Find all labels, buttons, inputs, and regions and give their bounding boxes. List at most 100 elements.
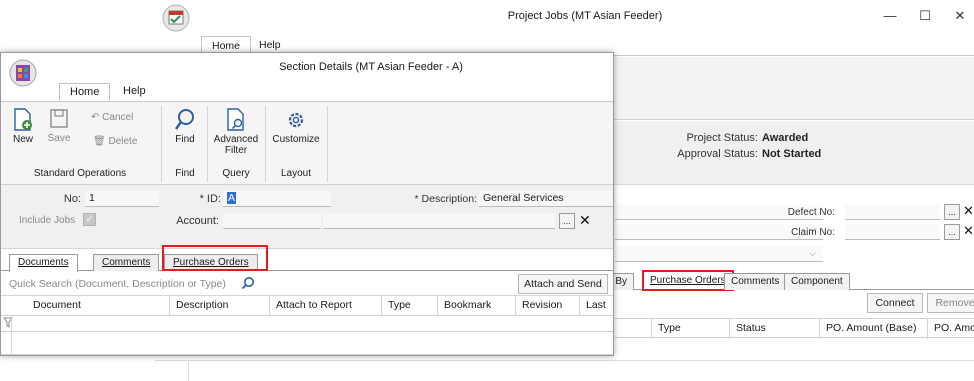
find-label: Find: [175, 134, 195, 145]
group-standard-operations: Standard Operations: [33, 168, 127, 179]
id-label: * ID:: [199, 193, 221, 205]
group-divider: [161, 106, 162, 182]
gear-icon: [288, 112, 304, 128]
attach-and-send-button[interactable]: Attach and Send: [518, 274, 608, 294]
save-label: Save: [47, 133, 71, 144]
advanced-filter-button[interactable]: Advanced Filter: [211, 108, 261, 156]
app-logo-icon: [161, 3, 191, 33]
tab-purchase-orders-highlighted[interactable]: Purchase Orders: [642, 270, 734, 291]
delete-button[interactable]: 🗑 Delete: [93, 136, 137, 147]
tab-help[interactable]: Help: [259, 39, 281, 51]
new-document-icon: [14, 108, 32, 131]
no-label: No:: [63, 193, 81, 205]
col-description[interactable]: Description: [169, 296, 269, 316]
tab-home[interactable]: Home: [59, 83, 111, 101]
divider: [188, 362, 189, 381]
tab-purchase-orders-label: Purchase Orders: [650, 275, 726, 286]
dialog-title: Section Details (MT Asian Feeder - A): [279, 61, 463, 73]
tab-documents-label: Documents: [18, 257, 69, 268]
group-divider: [265, 106, 266, 182]
defect-no-label: Defect No:: [787, 207, 835, 218]
claim-lookup-button[interactable]: ...: [944, 224, 960, 240]
filter-label: Filter: [224, 145, 248, 156]
customize-label: Customize: [272, 134, 320, 145]
approval-status-label: Approval Status:: [677, 148, 758, 160]
undo-icon: ↶: [91, 112, 100, 123]
divider: [11, 332, 12, 355]
cancel-label: Cancel: [102, 112, 134, 123]
id-value-selected: A: [227, 192, 237, 204]
chevron-down-icon[interactable]: ⌵: [809, 248, 816, 259]
account-label: Account:: [176, 215, 219, 227]
col-po-amount[interactable]: PO. Amount: [927, 319, 974, 339]
new-label: New: [12, 134, 33, 145]
col-document[interactable]: Document: [11, 296, 169, 316]
include-jobs-label: Include Jobs: [19, 215, 76, 226]
col-status[interactable]: Status: [729, 319, 819, 339]
defect-clear-icon[interactable]: ✕: [963, 203, 974, 219]
highlight-box: [162, 245, 268, 271]
defect-lookup-button[interactable]: ...: [944, 204, 960, 220]
claim-clear-icon[interactable]: ✕: [963, 223, 974, 239]
trash-icon: 🗑: [93, 136, 106, 147]
save-button[interactable]: Save: [43, 108, 75, 144]
account-lookup-button[interactable]: ...: [559, 213, 575, 229]
col-po-amount-base[interactable]: PO. Amount (Base): [819, 319, 927, 339]
cancel-button[interactable]: ↶ Cancel: [91, 112, 133, 123]
col-bookmark[interactable]: Bookmark: [437, 296, 515, 316]
grid-body: [1, 332, 613, 355]
back-field-3[interactable]: [615, 246, 823, 262]
section-form: No: 1 Include Jobs ✓ * ID: A * Descripti…: [1, 185, 613, 249]
col-attach-to-report[interactable]: Attach to Report: [269, 296, 381, 316]
col-revision[interactable]: Revision: [515, 296, 579, 316]
group-layout: Layout: [280, 168, 312, 179]
col-last[interactable]: Last: [579, 296, 613, 316]
project-status-value: Awarded: [762, 132, 809, 144]
tab-help[interactable]: Help: [113, 83, 156, 101]
col-type[interactable]: Type: [381, 296, 437, 316]
grid-filter-row: [1, 316, 613, 332]
customize-button[interactable]: Customize: [269, 108, 323, 145]
group-divider: [327, 106, 328, 182]
maximize-button[interactable]: ☐: [910, 6, 940, 26]
back-grid-header: Type Status PO. Amount (Base) PO. Amount: [615, 318, 974, 339]
approval-status-value: Not Started: [762, 148, 822, 160]
divider: [11, 316, 12, 332]
defect-no-field[interactable]: [845, 204, 940, 220]
account-name-field[interactable]: [323, 213, 555, 229]
minimize-button[interactable]: —: [875, 6, 905, 26]
new-button[interactable]: New: [7, 108, 39, 145]
title-bar: Project Jobs (MT Asian Feeder) — ☐ ✕: [155, 0, 974, 32]
ribbon-tabs: Home Help: [1, 77, 613, 101]
filter-document-icon: [227, 108, 244, 131]
account-clear-icon[interactable]: ✕: [579, 212, 591, 229]
save-icon: [50, 109, 68, 128]
advanced-label: Advanced: [213, 134, 259, 145]
tab-component[interactable]: Component: [784, 273, 850, 290]
find-button[interactable]: Find: [169, 108, 201, 145]
divider: [155, 360, 974, 361]
search-row: Quick Search (Document, Description or T…: [1, 272, 613, 296]
account-code-field[interactable]: [223, 213, 321, 229]
tab-comments[interactable]: Comments: [93, 254, 160, 271]
id-field[interactable]: A: [223, 191, 331, 207]
close-button[interactable]: ✕: [945, 6, 974, 26]
window-title: Project Jobs (MT Asian Feeder): [507, 10, 663, 22]
connect-button[interactable]: Connect: [867, 293, 923, 313]
tab-comments[interactable]: Comments: [724, 273, 787, 290]
claim-no-field[interactable]: [845, 224, 940, 240]
description-field[interactable]: General Services: [479, 191, 613, 207]
quick-search-input[interactable]: Quick Search (Document, Description or T…: [9, 278, 239, 290]
search-icon[interactable]: [241, 276, 255, 293]
group-find: Find: [175, 168, 195, 179]
grid-corner: [1, 296, 11, 316]
remove-button[interactable]: Remove: [927, 293, 974, 313]
claim-no-label: Claim No:: [791, 227, 835, 238]
col-type[interactable]: Type: [651, 319, 729, 339]
group-divider: [207, 106, 208, 182]
tab-documents[interactable]: Documents: [9, 254, 78, 272]
document-tab-strip: Documents Comments Purchase Orders: [1, 245, 613, 272]
include-jobs-checkbox[interactable]: ✓: [83, 213, 96, 226]
section-details-dialog: Section Details (MT Asian Feeder - A) Ho…: [0, 52, 614, 356]
no-field[interactable]: 1: [85, 191, 159, 207]
